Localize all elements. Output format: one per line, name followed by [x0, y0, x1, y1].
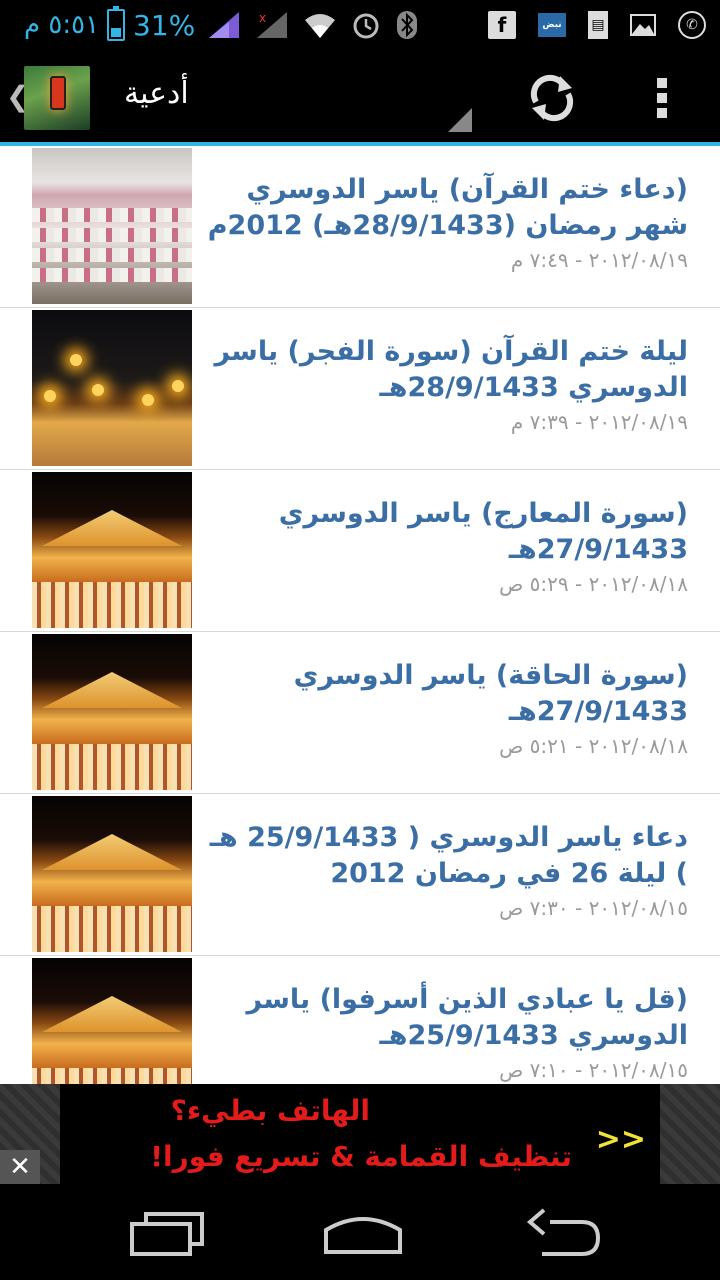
item-title[interactable]: (سورة المعارج) ياسر الدوسري 27/9/1433هـ — [200, 496, 688, 568]
ad-headline: الهاتف بطيء؟ — [170, 1094, 370, 1127]
item-thumbnail — [32, 148, 192, 304]
spinner-indicator-icon — [448, 108, 472, 132]
notification-icons: f نبض ▤ ✆ — [488, 8, 706, 42]
gallery-icon — [630, 14, 656, 36]
list-item[interactable]: (سورة المعارج) ياسر الدوسري 27/9/1433هـ ٢… — [0, 470, 720, 632]
item-date: ٢٠١٢/٠٨/١٥ - ٧:٣٠ ص — [499, 896, 688, 920]
back-icon[interactable] — [520, 1206, 610, 1262]
list-item[interactable]: (قل يا عبادي الذين أسرفوا) ياسر الدوسري … — [0, 956, 720, 1084]
app-logo[interactable] — [24, 66, 90, 130]
item-date: ٢٠١٢/٠٨/١٨ - ٥:٢١ ص — [499, 734, 688, 758]
navigation-bar — [0, 1184, 720, 1280]
alarm-icon — [353, 13, 379, 39]
list-item[interactable]: (دعاء ختم القرآن) ياسر الدوسري شهر رمضان… — [0, 146, 720, 308]
item-text: (قل يا عبادي الذين أسرفوا) ياسر الدوسري … — [200, 982, 688, 1082]
item-title[interactable]: دعاء ياسر الدوسري ( 25/9/1433 هـ ) ليلة … — [200, 820, 688, 892]
status-bar: ٥:٥١ م 31% x f نبض ▤ ✆ — [0, 0, 720, 50]
refresh-icon[interactable] — [526, 72, 578, 124]
item-title[interactable]: (سورة الحاقة) ياسر الدوسري 27/9/1433هـ — [200, 658, 688, 730]
ad-content[interactable]: الهاتف بطيء؟ تنظيف القمامة & تسريع فورا!… — [60, 1084, 660, 1184]
item-title[interactable]: (دعاء ختم القرآن) ياسر الدوسري شهر رمضان… — [200, 172, 688, 244]
list-item[interactable]: (سورة الحاقة) ياسر الدوسري 27/9/1433هـ ٢٠… — [0, 632, 720, 794]
item-text: دعاء ياسر الدوسري ( 25/9/1433 هـ ) ليلة … — [200, 820, 688, 920]
battery-icon — [107, 6, 126, 41]
bluetooth-icon — [397, 11, 418, 39]
whatsapp-icon: ✆ — [678, 11, 706, 39]
item-date: ٢٠١٢/٠٨/١٨ - ٥:٢٩ ص — [499, 572, 688, 596]
item-title[interactable]: (قل يا عبادي الذين أسرفوا) ياسر الدوسري … — [200, 982, 688, 1054]
page-title: أدعية — [124, 76, 189, 111]
item-date: ٢٠١٢/٠٨/١٩ - ٧:٤٩ م — [510, 248, 688, 272]
facebook-icon: f — [488, 11, 516, 39]
wifi-icon — [305, 14, 336, 38]
signal-icons: x — [207, 10, 419, 40]
news-icon: نبض — [538, 13, 566, 37]
item-thumbnail — [32, 310, 192, 466]
item-thumbnail — [32, 634, 192, 790]
battery-percent: 31% — [133, 8, 196, 42]
item-date: ٢٠١٢/٠٨/١٥ - ٧:١٠ ص — [499, 1058, 688, 1082]
list-item[interactable]: ليلة ختم القرآن (سورة الفجر) ياسر الدوسر… — [0, 308, 720, 470]
home-icon[interactable] — [318, 1206, 408, 1262]
recent-apps-icon[interactable] — [126, 1206, 216, 1262]
item-thumbnail — [32, 472, 192, 628]
ad-arrow-icon: >> — [595, 1122, 646, 1157]
item-title[interactable]: ليلة ختم القرآن (سورة الفجر) ياسر الدوسر… — [200, 334, 688, 406]
no-signal-icon: x — [257, 11, 288, 38]
item-text: ليلة ختم القرآن (سورة الفجر) ياسر الدوسر… — [200, 334, 688, 434]
svg-text:x: x — [259, 11, 266, 25]
document-icon: ▤ — [588, 11, 608, 39]
ad-banner[interactable]: الهاتف بطيء؟ تنظيف القمامة & تسريع فورا!… — [0, 1084, 720, 1184]
item-text: (سورة المعارج) ياسر الدوسري 27/9/1433هـ ٢… — [200, 496, 688, 596]
ad-close-button[interactable]: ✕ — [0, 1150, 40, 1184]
content-list: (دعاء ختم القرآن) ياسر الدوسري شهر رمضان… — [0, 146, 720, 1084]
battery-fill — [111, 28, 122, 37]
overflow-menu-icon[interactable] — [655, 78, 669, 118]
action-bar: ❮ أدعية — [0, 50, 720, 146]
lantern-icon — [50, 76, 66, 110]
item-thumbnail — [32, 796, 192, 952]
item-text: (دعاء ختم القرآن) ياسر الدوسري شهر رمضان… — [200, 172, 688, 272]
item-text: (سورة الحاقة) ياسر الدوسري 27/9/1433هـ ٢٠… — [200, 658, 688, 758]
ad-pattern-right — [660, 1084, 720, 1184]
status-time: ٥:٥١ م — [24, 10, 100, 40]
list-item[interactable]: دعاء ياسر الدوسري ( 25/9/1433 هـ ) ليلة … — [0, 794, 720, 956]
item-thumbnail — [32, 958, 192, 1084]
item-date: ٢٠١٢/٠٨/١٩ - ٧:٣٩ م — [510, 410, 688, 434]
signal-icon — [209, 12, 240, 38]
status-left: ٥:٥١ م 31% x — [24, 6, 419, 44]
ad-subline: تنظيف القمامة & تسريع فورا! — [150, 1140, 572, 1173]
